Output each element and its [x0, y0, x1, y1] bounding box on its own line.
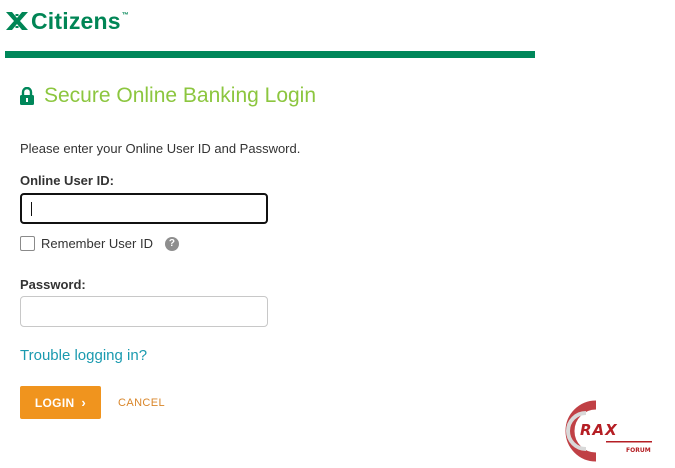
brand-trademark: ™ [121, 12, 129, 19]
page-title: Secure Online Banking Login [44, 84, 317, 107]
citizens-snowflake-icon [6, 12, 28, 30]
remember-userid-label[interactable]: Remember User ID [41, 236, 153, 251]
userid-input[interactable] [20, 193, 268, 224]
trouble-logging-in-link[interactable]: Trouble logging in? [20, 347, 147, 364]
lock-icon [20, 87, 34, 105]
brand-name: Citizens [31, 7, 121, 34]
password-label: Password: [20, 277, 86, 292]
page-heading: Secure Online Banking Login [20, 84, 316, 108]
cancel-button[interactable]: CANCEL [118, 397, 165, 409]
watermark-text: RAX [580, 421, 618, 439]
login-button[interactable]: LOGIN › [20, 386, 101, 419]
brand-divider-bar [5, 51, 535, 58]
citizens-logo: Citizens ™ [6, 8, 129, 34]
remember-userid-checkbox[interactable] [20, 236, 35, 251]
chevron-right-icon: › [81, 395, 87, 410]
password-input[interactable] [20, 296, 268, 327]
remember-userid-row: Remember User ID ? [20, 236, 179, 251]
forum-watermark-logo: RAX FORUM [556, 399, 656, 463]
watermark-subtext: FORUM [626, 447, 651, 454]
text-caret [31, 202, 32, 216]
login-button-label: LOGIN [34, 395, 75, 410]
login-instructions: Please enter your Online User ID and Pas… [20, 141, 301, 156]
help-icon[interactable]: ? [164, 236, 179, 251]
userid-label: Online User ID: [20, 173, 114, 188]
